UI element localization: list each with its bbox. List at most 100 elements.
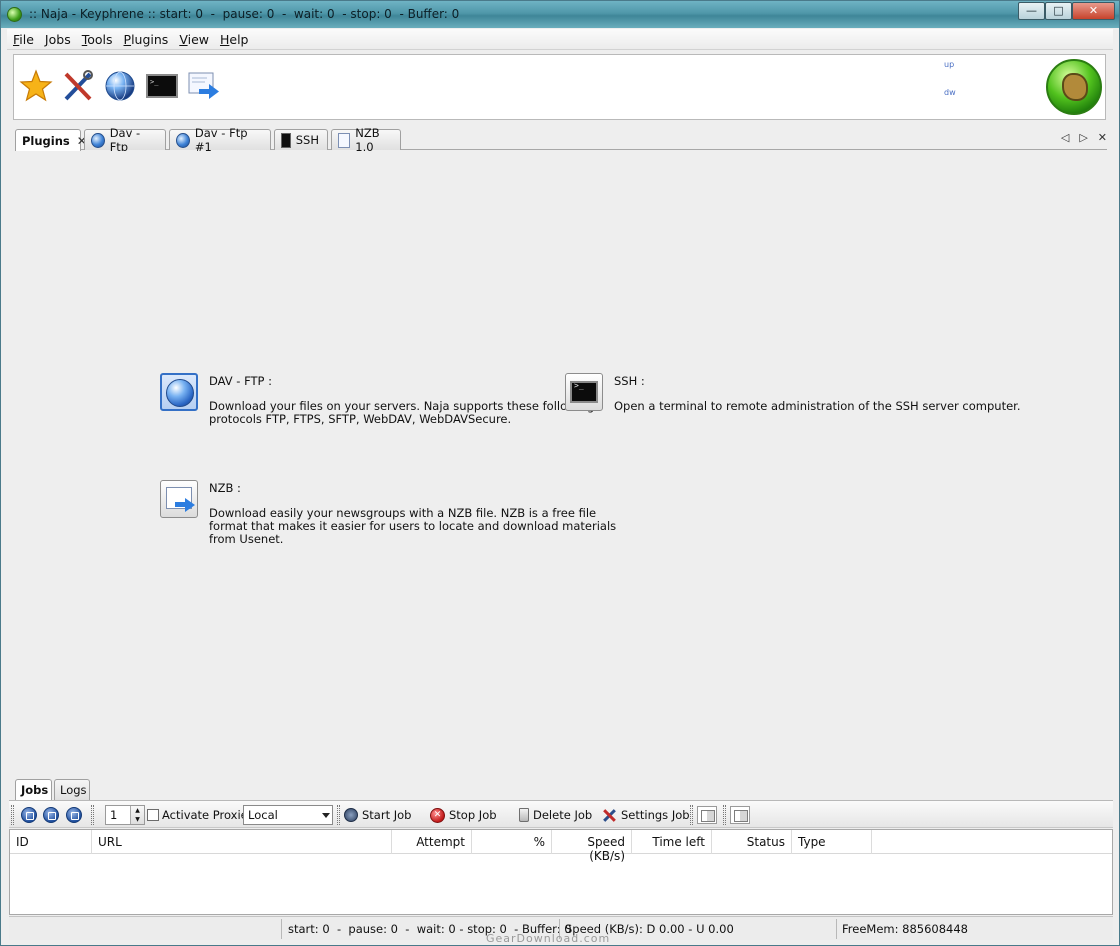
activate-proxies-checkbox[interactable]: [147, 809, 159, 821]
nzb-plugin-button[interactable]: [160, 480, 198, 518]
maximize-button[interactable]: □: [1045, 2, 1072, 20]
terminal-icon: [570, 381, 598, 403]
globe-icon: [176, 132, 190, 148]
move-down-button[interactable]: [43, 807, 59, 823]
toolbar-grip[interactable]: [690, 805, 693, 825]
title-bar[interactable]: :: Naja - Keyphrene :: start: 0 - pause:…: [1, 1, 1119, 28]
menu-plugins-mnemonic: P: [123, 31, 132, 47]
menu-plugins-label: lugins: [131, 31, 169, 47]
tab-nzb-label: NZB 1.0: [355, 126, 380, 154]
star-icon[interactable]: [19, 69, 53, 103]
nzb-icon: [338, 132, 351, 148]
globe-icon[interactable]: [103, 69, 137, 103]
move-up-button[interactable]: [21, 807, 37, 823]
nzb-download-icon[interactable]: [187, 69, 221, 103]
tab-plugins[interactable]: Plugins ✕: [15, 129, 87, 151]
toolbar-grip[interactable]: [11, 805, 14, 825]
toolbar-grip[interactable]: [723, 805, 726, 825]
start-job-label: Start Job: [362, 808, 412, 822]
close-button[interactable]: ✕: [1072, 2, 1115, 20]
menu-plugins[interactable]: Plugins: [124, 32, 169, 47]
chevron-down-icon: [322, 813, 330, 818]
tab-plugins-label: Plugins: [22, 133, 70, 148]
tab-dav-ftp[interactable]: Dav - Ftp: [84, 126, 166, 154]
column-speed[interactable]: Speed (KB/s): [552, 830, 632, 863]
window-controls: — □ ✕: [1018, 2, 1115, 20]
delete-job-button[interactable]: Delete Job: [519, 806, 592, 824]
tab-prev-icon[interactable]: ◁: [1061, 131, 1069, 144]
column-status[interactable]: Status: [712, 830, 792, 854]
window-title: :: Naja - Keyphrene :: start: 0 - pause:…: [29, 7, 460, 21]
tab-close-all-icon[interactable]: ✕: [1098, 131, 1107, 144]
status-freemem: FreeMem: 885608448: [842, 922, 968, 936]
column-time-left[interactable]: Time left: [632, 830, 712, 854]
menu-tools-label: ools: [87, 31, 113, 47]
layout-view-alt-button[interactable]: [730, 806, 750, 824]
stop-icon: ✕: [430, 807, 445, 823]
globe-icon: [166, 379, 194, 407]
jobs-table-header: ID URL Attempt % Speed (KB/s) Time left …: [10, 830, 1112, 863]
toolbar-grip[interactable]: [337, 805, 340, 825]
dav-ftp-plugin-button[interactable]: [160, 373, 198, 411]
nzb-title: NZB :: [209, 481, 241, 495]
tab-jobs[interactable]: Jobs: [15, 779, 52, 800]
concurrent-jobs-spinner[interactable]: 1 ▲ ▼: [105, 805, 145, 825]
menu-help[interactable]: Help: [220, 32, 249, 47]
delete-job-label: Delete Job: [533, 808, 593, 822]
tools-icon[interactable]: [61, 69, 95, 103]
status-divider: [836, 919, 837, 939]
stop-job-button[interactable]: ✕ Stop Job: [430, 806, 497, 824]
dav-ftp-description: Download your files on your servers. Naj…: [209, 399, 594, 426]
menu-jobs-label: obs: [48, 31, 71, 47]
menu-help-mnemonic: H: [219, 31, 230, 47]
column-id[interactable]: ID: [10, 830, 92, 854]
terminal-icon[interactable]: >_: [145, 69, 179, 103]
tab-ssh[interactable]: SSH: [274, 129, 328, 150]
ssh-plugin-button[interactable]: [565, 373, 603, 411]
menu-view[interactable]: View: [179, 32, 209, 47]
svg-text:>_: >_: [150, 78, 159, 86]
column-url[interactable]: URL: [92, 830, 392, 854]
menu-bar: File Jobs Tools Plugins View Help: [7, 29, 1113, 50]
toolbar-grip[interactable]: [91, 805, 94, 825]
column-type[interactable]: Type: [792, 830, 872, 854]
upload-graph-label: up: [944, 60, 955, 69]
nzb-arrow-icon: [185, 498, 195, 512]
proxy-select-value: Local: [248, 808, 278, 822]
terminal-icon: [281, 132, 291, 148]
menu-tools[interactable]: Tools: [82, 32, 113, 47]
stop-job-label: Stop Job: [449, 808, 497, 822]
settings-job-label: Settings Job: [621, 808, 690, 822]
proxy-select[interactable]: Local: [243, 805, 333, 825]
menu-view-mnemonic: V: [179, 31, 188, 47]
dav-ftp-title: DAV - FTP :: [209, 374, 273, 388]
column-percent[interactable]: %: [472, 830, 552, 854]
settings-job-button[interactable]: Settings Job: [602, 806, 690, 824]
globe-icon: [91, 132, 105, 148]
nzb-arrow-stem: [175, 502, 185, 507]
app-icon[interactable]: [7, 7, 22, 22]
tab-bar: Plugins ✕ Dav - Ftp Dav - Ftp #1 SSH NZB…: [15, 126, 1107, 154]
start-icon: [344, 808, 358, 822]
logo-snake: [1062, 73, 1088, 101]
menu-file[interactable]: File: [13, 32, 34, 47]
tab-nzb[interactable]: NZB 1.0: [331, 126, 401, 154]
spinner-value: 1: [110, 808, 118, 822]
minimize-button[interactable]: —: [1018, 2, 1045, 20]
tab-ssh-label: SSH: [295, 133, 319, 147]
layout-view-button[interactable]: [697, 806, 717, 824]
menu-view-label: iew: [187, 31, 209, 47]
tab-next-icon[interactable]: ▷: [1079, 131, 1087, 144]
start-job-button[interactable]: Start Job: [344, 806, 411, 824]
menu-file-label: ile: [19, 31, 34, 47]
move-bottom-button[interactable]: [66, 807, 82, 823]
watermark: GearDownload.com: [486, 932, 611, 945]
menu-jobs[interactable]: Jobs: [45, 32, 71, 47]
nzb-description: Download easily your newsgroups with a N…: [209, 506, 617, 546]
spinner-arrows-icon[interactable]: ▲ ▼: [130, 806, 144, 824]
tab-dav-ftp-1[interactable]: Dav - Ftp #1: [169, 126, 271, 154]
tab-logs[interactable]: Logs: [54, 779, 90, 800]
tab-dav-ftp-label: Dav - Ftp: [109, 126, 141, 154]
column-attempt[interactable]: Attempt: [392, 830, 472, 854]
jobs-table[interactable]: ID URL Attempt % Speed (KB/s) Time left …: [9, 829, 1113, 915]
